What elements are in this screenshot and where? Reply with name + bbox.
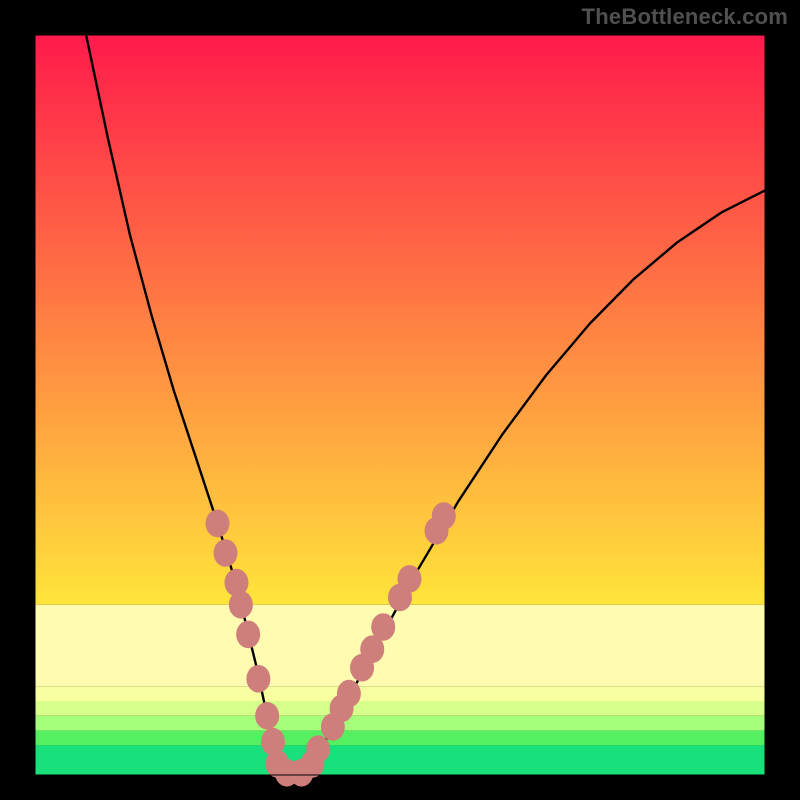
bottleneck-chart	[0, 0, 800, 800]
watermark-text: TheBottleneck.com	[582, 4, 788, 30]
chart-stage: TheBottleneck.com	[0, 0, 800, 800]
